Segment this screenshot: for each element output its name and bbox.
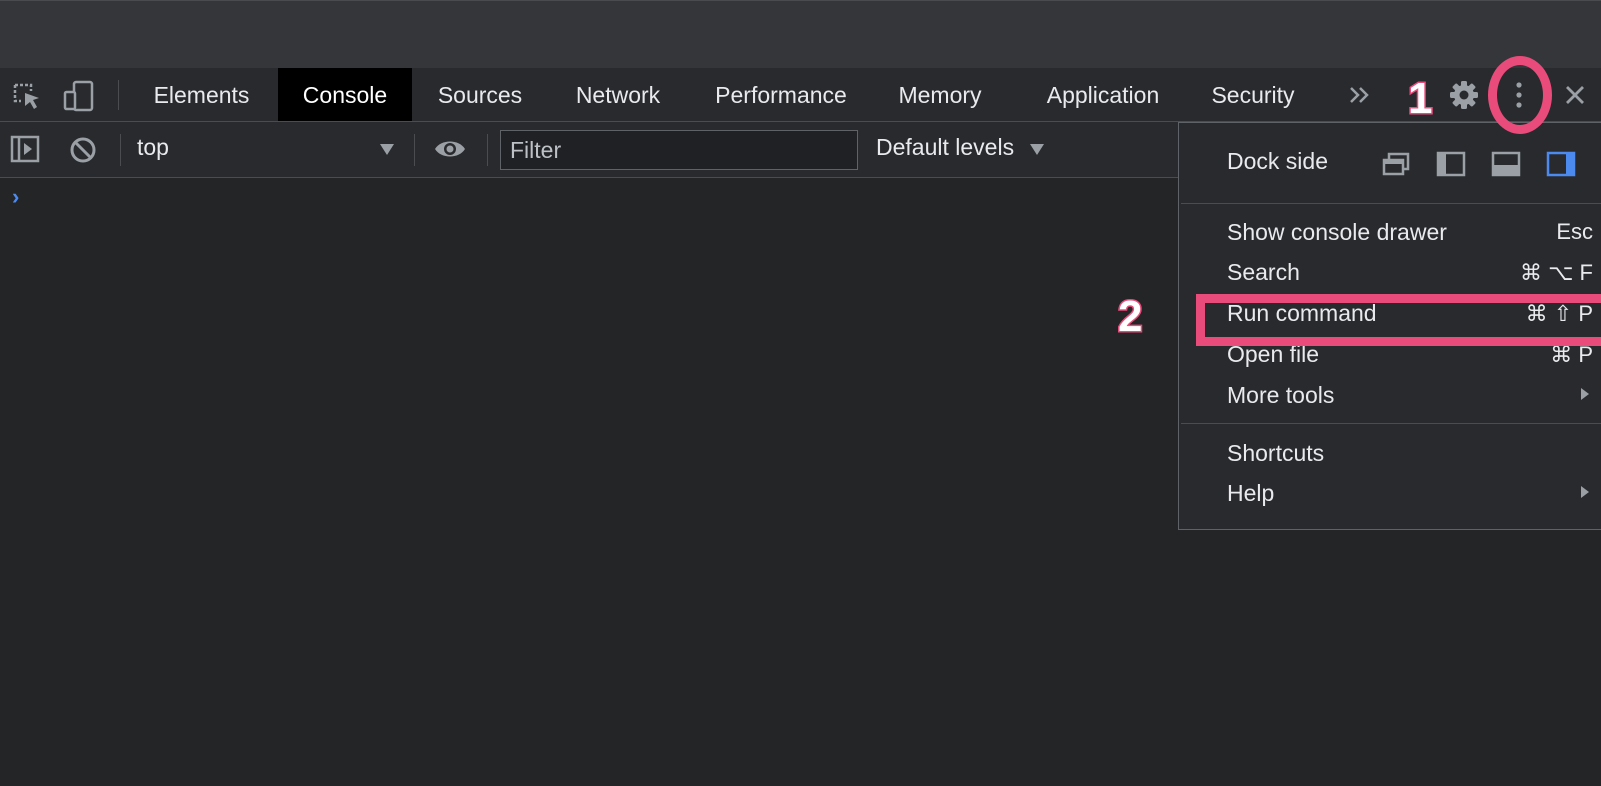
more-tabs-icon[interactable]	[1348, 84, 1372, 106]
dock-left-icon[interactable]	[1436, 151, 1466, 177]
menu-item-show-console-drawer[interactable]: Show console drawer	[1227, 219, 1447, 246]
gear-icon[interactable]	[1448, 79, 1480, 111]
tab-console[interactable]: Console	[278, 68, 412, 121]
device-toolbar-icon[interactable]	[62, 80, 96, 112]
annotation-step-2: 2	[1116, 291, 1144, 343]
shortcut-show-console-drawer: Esc	[1556, 219, 1593, 244]
window-titlebar	[0, 0, 1601, 68]
toolbar-separator	[414, 134, 415, 166]
console-prompt[interactable]: ›	[12, 184, 19, 210]
menu-item-search[interactable]: Search	[1227, 259, 1300, 286]
log-levels-select[interactable]: Default levels	[876, 134, 1014, 161]
tab-network[interactable]: Network	[552, 68, 684, 121]
shortcut-search: ⌘ ⌥ F	[1519, 260, 1593, 285]
close-icon[interactable]	[1564, 84, 1586, 106]
filter-input[interactable]: Filter	[500, 130, 858, 170]
toolbar-separator	[120, 134, 121, 166]
chevron-down-icon[interactable]	[380, 144, 394, 155]
clear-console-icon[interactable]	[68, 135, 98, 165]
menu-separator	[1181, 423, 1601, 424]
tab-performance[interactable]: Performance	[697, 68, 865, 121]
annotation-step-1: 1	[1406, 73, 1434, 125]
tab-sources[interactable]: Sources	[414, 68, 546, 121]
inspect-element-icon[interactable]	[12, 82, 42, 110]
devtools-tab-bar: Elements Console Sources Network Perform…	[0, 68, 1601, 122]
show-sidebar-icon[interactable]	[10, 135, 40, 163]
annotation-circle	[1488, 56, 1552, 134]
tab-memory[interactable]: Memory	[878, 68, 1002, 121]
dock-right-icon[interactable]	[1546, 151, 1576, 177]
toolbar-separator	[487, 134, 488, 166]
dock-side-label: Dock side	[1227, 148, 1328, 174]
chevron-down-icon[interactable]	[1030, 144, 1044, 155]
submenu-arrow-icon	[1581, 388, 1589, 400]
tab-security[interactable]: Security	[1190, 68, 1316, 121]
tab-bar-separator	[118, 80, 119, 110]
tab-application[interactable]: Application	[1020, 68, 1186, 121]
dock-bottom-icon[interactable]	[1491, 151, 1521, 177]
execution-context-select[interactable]: top	[137, 134, 169, 161]
undock-icon[interactable]	[1381, 151, 1411, 177]
menu-separator	[1181, 203, 1601, 204]
submenu-arrow-icon	[1581, 486, 1589, 498]
menu-item-more-tools[interactable]: More tools	[1227, 382, 1334, 409]
annotation-highlight-box	[1196, 294, 1601, 346]
tab-elements[interactable]: Elements	[135, 68, 268, 121]
eye-icon[interactable]	[434, 138, 466, 160]
menu-item-help[interactable]: Help	[1227, 480, 1274, 507]
menu-item-shortcuts[interactable]: Shortcuts	[1227, 440, 1324, 467]
